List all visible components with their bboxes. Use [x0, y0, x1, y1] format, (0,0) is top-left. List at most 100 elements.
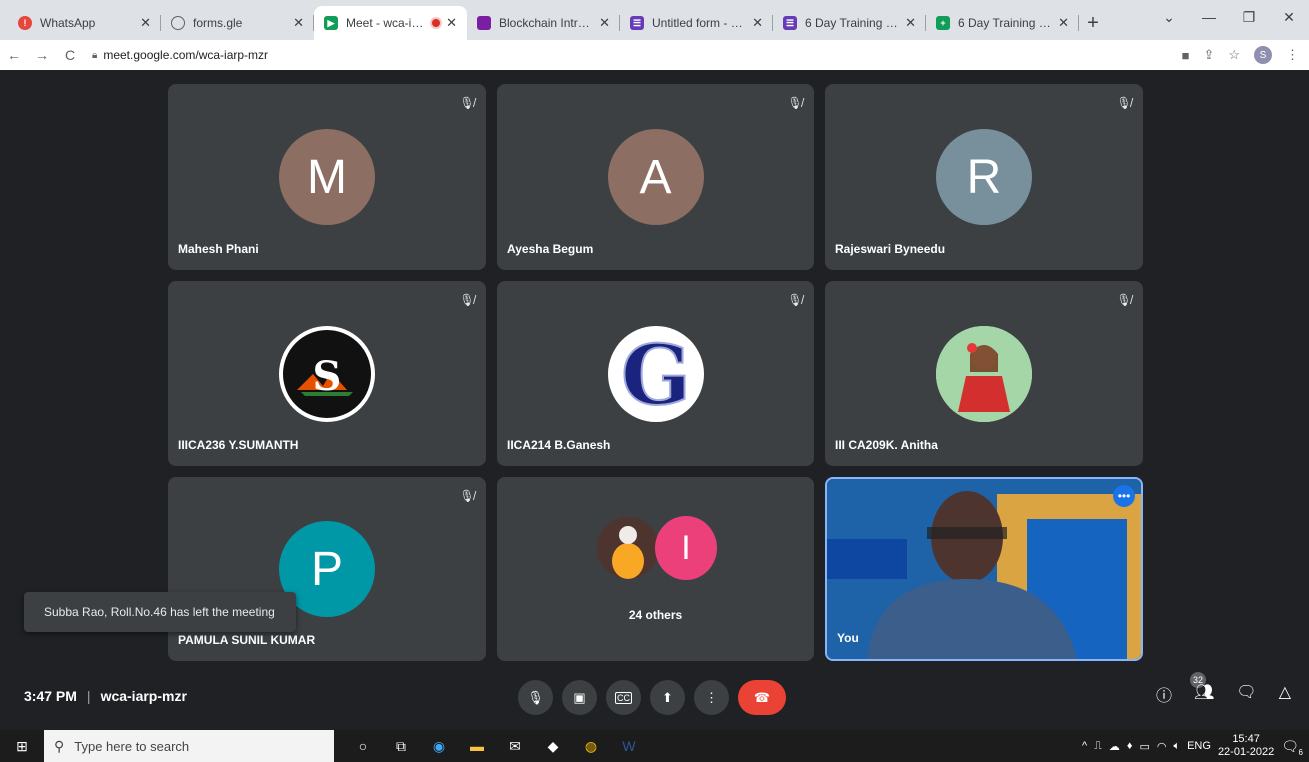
taskbar-apps: ○ ⧉ ◉ ▬ ✉ ◆ ◍ W	[344, 730, 648, 762]
chrome-icon[interactable]: ◍	[572, 730, 610, 762]
edge-icon[interactable]: ◉	[420, 730, 458, 762]
people-icon[interactable]: 👥︎	[1194, 682, 1214, 706]
window-controls: ⌄ — ❐ ✕	[1149, 4, 1309, 30]
tab-title: forms.gle	[193, 16, 243, 30]
call-controls: 🎙︎ ▣ CC ⬆ ⋮ ☎	[518, 680, 786, 715]
captions-button[interactable]: CC	[606, 680, 641, 715]
tab-forms-gle[interactable]: forms.gle ✕	[161, 6, 314, 40]
participant-name: Rajeswari Byneedu	[835, 242, 946, 256]
presentation-icon	[477, 16, 491, 30]
participant-tile[interactable]: 🎙︎̸ R Rajeswari Byneedu	[825, 84, 1143, 270]
mic-off-icon: 🎙︎̸	[787, 96, 803, 110]
close-icon[interactable]: ✕	[446, 15, 457, 31]
back-icon[interactable]: ←	[0, 47, 28, 63]
end-call-button[interactable]: ☎	[738, 680, 786, 715]
close-icon[interactable]: ✕	[752, 15, 763, 31]
file-explorer-icon[interactable]: ▬	[458, 730, 496, 762]
taskbar-clock[interactable]: 15:47 22-01-2022	[1218, 733, 1274, 759]
browser-chrome: ! WhatsApp ✕ forms.gle ✕ ▶ Meet - wca-ia…	[0, 0, 1309, 70]
tab-blockchain[interactable]: Blockchain Introductio ✕	[467, 6, 620, 40]
minimize-button[interactable]: —	[1189, 4, 1229, 30]
battery-icon[interactable]: ▭	[1139, 740, 1149, 753]
taskbar-search[interactable]: ⚲ Type here to search	[44, 730, 334, 762]
more-options-button[interactable]: ⋮	[694, 680, 729, 715]
close-icon[interactable]: ✕	[140, 15, 151, 31]
profile-avatar[interactable]: S	[1254, 46, 1272, 64]
tab-whatsapp[interactable]: ! WhatsApp ✕	[8, 6, 161, 40]
participant-tile[interactable]: 🎙︎̸ G IICA214 B.Ganesh	[497, 281, 814, 466]
close-window-button[interactable]: ✕	[1269, 4, 1309, 30]
forward-icon[interactable]: →	[28, 47, 56, 63]
participant-tile[interactable]: 🎙︎̸ P PAMULA SUNIL KUMAR	[168, 477, 486, 661]
lock-icon[interactable]: 🔒︎	[92, 50, 97, 61]
store-icon[interactable]: ◆	[534, 730, 572, 762]
mic-button[interactable]: 🎙︎	[518, 680, 553, 715]
participant-name: IIICA236 Y.SUMANTH	[178, 438, 299, 452]
reload-icon[interactable]: C	[56, 47, 84, 63]
meeting-info: 3:47 PM | wca-iarp-mzr	[24, 688, 187, 704]
participant-tile[interactable]: 🎙︎̸ A Ayesha Begum	[497, 84, 814, 270]
present-button[interactable]: ⬆	[650, 680, 685, 715]
browser-toolbar: ← → C 🔒︎ meet.google.com/wca-iarp-mzr ■ …	[0, 40, 1309, 70]
avatar: M	[279, 129, 375, 225]
tab-title: 6 Day Training Progra	[958, 16, 1052, 30]
chevron-up-icon[interactable]: ^	[1082, 740, 1087, 752]
share-icon[interactable]: ⇪	[1203, 47, 1214, 63]
tab-untitled-form[interactable]: ☰ Untitled form - Googl ✕	[620, 6, 773, 40]
present-icon: ⬆	[662, 689, 673, 705]
tab-training-sheet[interactable]: + 6 Day Training Progra ✕	[926, 6, 1079, 40]
others-avatar-photo	[597, 517, 659, 579]
captions-icon: CC	[615, 691, 632, 704]
globe-icon	[171, 16, 185, 30]
chat-icon[interactable]: 🗨︎	[1236, 682, 1256, 706]
notification-icon[interactable]: 🗨︎ 6	[1281, 738, 1303, 757]
usb-icon[interactable]: ⎍	[1094, 740, 1102, 753]
close-icon[interactable]: ✕	[1058, 15, 1069, 31]
mic-off-icon: 🎙︎̸	[459, 489, 475, 503]
new-tab-button[interactable]: +	[1079, 6, 1107, 40]
self-tile[interactable]: ••• You	[825, 477, 1143, 661]
logo-image: S	[289, 335, 365, 412]
others-tile[interactable]: I 24 others	[497, 477, 814, 661]
close-icon[interactable]: ✕	[599, 15, 610, 31]
tab-search-icon[interactable]: ⌄	[1149, 4, 1189, 30]
star-icon[interactable]: ☆	[1228, 47, 1240, 63]
participant-name: III CA209K. Anitha	[835, 438, 938, 452]
word-icon[interactable]: W	[610, 730, 648, 762]
mail-icon[interactable]: ✉	[496, 730, 534, 762]
tab-training-form[interactable]: ☰ 6 Day Training Progra ✕	[773, 6, 926, 40]
cloud-icon[interactable]: ☁	[1109, 740, 1120, 753]
info-icon[interactable]: ⓘ	[1156, 682, 1172, 706]
volume-icon[interactable]: 🔈︎	[1173, 740, 1180, 753]
tab-meet[interactable]: ▶ Meet - wca-iarp- ✕	[314, 6, 467, 40]
tab-title: Untitled form - Googl	[652, 16, 747, 30]
menu-icon[interactable]: ⋮	[1286, 47, 1299, 63]
microphone-tray-icon[interactable]: ♦	[1127, 740, 1133, 752]
close-icon[interactable]: ✕	[293, 15, 304, 31]
avatar	[936, 325, 1032, 422]
windows-start-icon[interactable]: ⊞	[0, 730, 44, 762]
participant-tile[interactable]: 🎙︎̸ M Mahesh Phani	[168, 84, 486, 270]
avatar: S	[279, 325, 375, 422]
avatar: G	[607, 325, 704, 422]
wifi-icon[interactable]: ◠	[1157, 740, 1167, 753]
address-bar[interactable]: 🔒︎ meet.google.com/wca-iarp-mzr	[92, 48, 268, 62]
toolbar-actions: ■ ⇪ ☆ S ⋮	[1182, 40, 1299, 70]
forms-icon: ☰	[630, 16, 644, 30]
recording-icon	[432, 19, 441, 27]
avatar: A	[607, 129, 704, 225]
camera-icon[interactable]: ■	[1182, 48, 1190, 63]
participant-tile[interactable]: 🎙︎̸ S IIICA236 Y.SUMANTH	[168, 281, 486, 466]
participant-tile[interactable]: 🎙︎̸ III CA209K. Anitha	[825, 281, 1143, 466]
idol-image	[597, 517, 659, 579]
meeting-code: wca-iarp-mzr	[100, 688, 187, 704]
task-view-icon[interactable]: ⧉	[382, 730, 420, 762]
activities-icon[interactable]: △	[1279, 682, 1291, 706]
participant-name: IICA214 B.Ganesh	[507, 438, 611, 452]
language-indicator[interactable]: ENG	[1187, 740, 1211, 752]
camera-button[interactable]: ▣	[562, 680, 597, 715]
more-options-icon[interactable]: •••	[1113, 485, 1135, 507]
close-icon[interactable]: ✕	[905, 15, 916, 31]
restore-button[interactable]: ❐	[1229, 4, 1269, 30]
cortana-icon[interactable]: ○	[344, 730, 382, 762]
